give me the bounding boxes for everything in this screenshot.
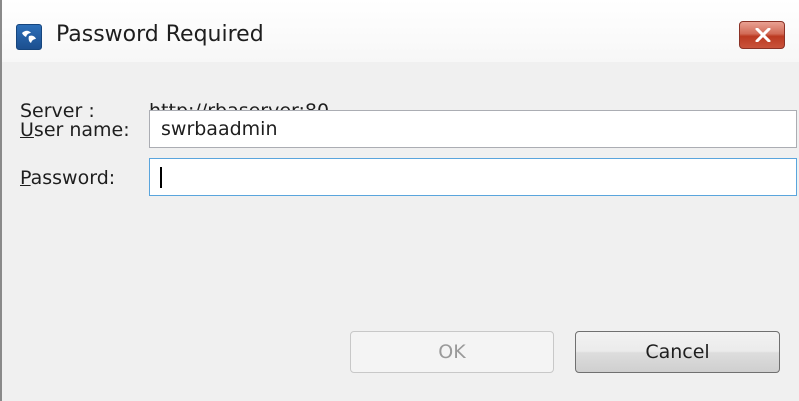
password-label-mnemonic: P [20, 167, 31, 189]
username-label-text: ser name: [33, 119, 130, 141]
password-dialog: Password Required Server : http://rbaser… [0, 0, 799, 401]
username-label: User name: [20, 119, 130, 141]
cancel-button[interactable]: Cancel [575, 331, 780, 373]
close-icon [755, 28, 771, 42]
password-field[interactable] [149, 158, 797, 196]
ok-button[interactable]: OK [350, 331, 554, 373]
username-label-mnemonic: U [20, 119, 34, 141]
username-input[interactable] [150, 111, 796, 147]
text-caret [160, 167, 162, 188]
title-bar[interactable]: Password Required [2, 0, 799, 62]
password-input[interactable] [150, 159, 796, 195]
password-label: Password: [20, 167, 115, 189]
window-title: Password Required [56, 22, 264, 47]
app-logo-icon [16, 24, 42, 50]
username-field[interactable] [149, 110, 797, 148]
close-button[interactable] [739, 21, 785, 49]
password-label-text: assword: [30, 167, 116, 189]
